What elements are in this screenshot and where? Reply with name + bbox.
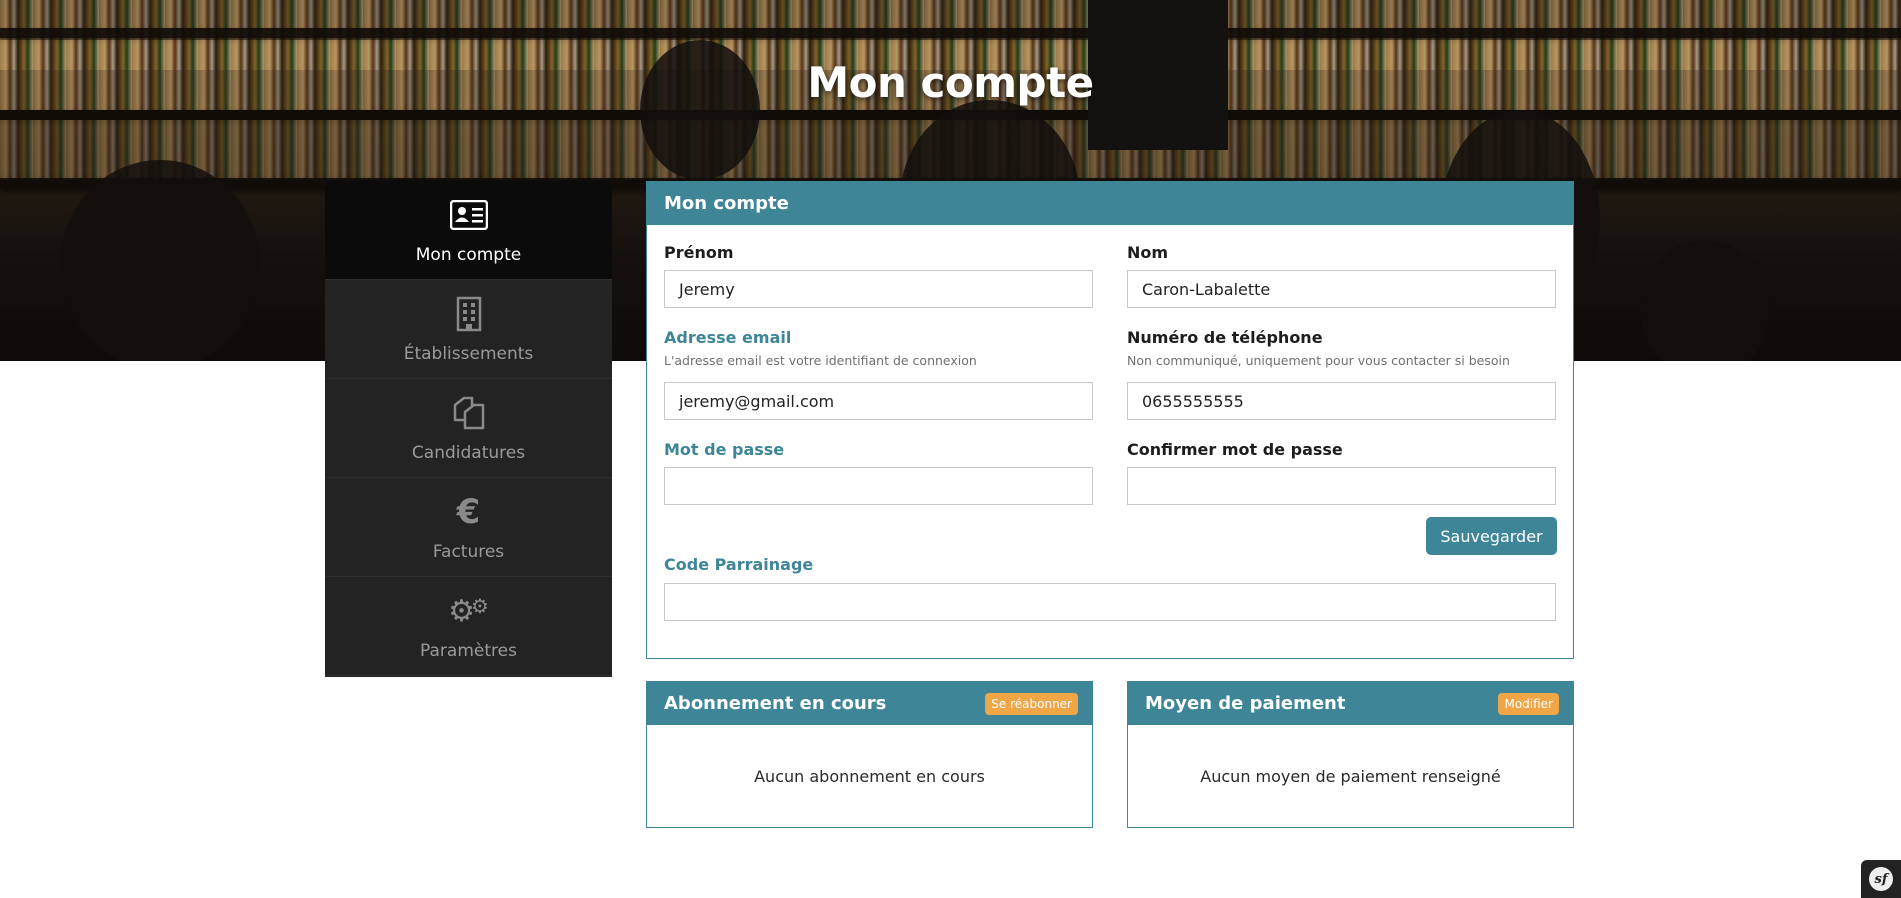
- subscription-header: Abonnement en cours Se réabonner: [647, 682, 1092, 725]
- sidebar-item-etablissements[interactable]: Établissements: [325, 280, 612, 379]
- account-panel-header: Mon compte: [647, 182, 1573, 225]
- symfony-icon: sf: [1869, 867, 1893, 891]
- subscription-title: Abonnement en cours: [664, 693, 887, 714]
- payment-title: Moyen de paiement: [1145, 693, 1346, 714]
- password-input[interactable]: [664, 467, 1093, 505]
- payment-empty-text: Aucun moyen de paiement renseigné: [1200, 766, 1501, 786]
- sidebar-item-factures[interactable]: € Factures: [325, 478, 612, 577]
- sidebar-item-candidatures[interactable]: Candidatures: [325, 379, 612, 478]
- email-input[interactable]: jeremy@gmail.com: [664, 382, 1093, 420]
- lastname-input[interactable]: Caron-Labalette: [1127, 270, 1556, 308]
- firstname-label: Prénom: [664, 243, 734, 262]
- sidebar-item-mon-compte[interactable]: Mon compte: [325, 181, 612, 280]
- sidebar-item-parametres[interactable]: ⚙ ⚙ Paramètres: [325, 577, 612, 676]
- building-icon: [449, 294, 489, 334]
- symfony-toolbar-button[interactable]: sf: [1861, 860, 1901, 898]
- referral-label: Code Parrainage: [664, 555, 814, 574]
- referral-input[interactable]: [664, 583, 1556, 621]
- id-card-icon: [449, 195, 489, 235]
- email-label: Adresse email: [664, 328, 792, 347]
- password-label: Mot de passe: [664, 440, 785, 459]
- subscription-empty-text: Aucun abonnement en cours: [754, 766, 985, 786]
- account-panel-title: Mon compte: [664, 193, 789, 214]
- sidebar-item-label: Candidatures: [411, 443, 526, 463]
- resubscribe-button[interactable]: Se réabonner: [985, 692, 1078, 715]
- documents-icon: [449, 393, 489, 433]
- sidebar-item-label: Paramètres: [420, 641, 517, 661]
- firstname-input[interactable]: Jeremy: [664, 270, 1093, 308]
- phone-help: Non communiqué, uniquement pour vous con…: [1127, 353, 1510, 368]
- sidebar-item-label: Factures: [432, 542, 505, 562]
- payment-panel: Moyen de paiement Modifier Aucun moyen d…: [1127, 681, 1574, 828]
- subscription-panel: Abonnement en cours Se réabonner Aucun a…: [646, 681, 1093, 828]
- email-help: L'adresse email est votre identifiant de…: [664, 353, 977, 368]
- phone-input[interactable]: 0655555555: [1127, 382, 1556, 420]
- page-title: Mon compte: [807, 58, 1094, 107]
- euro-icon: €: [456, 492, 481, 532]
- sidebar-item-label: Mon compte: [415, 245, 522, 265]
- sidebar-item-label: Établissements: [403, 344, 534, 364]
- password-confirm-label: Confirmer mot de passe: [1127, 440, 1343, 459]
- gears-icon: ⚙ ⚙: [448, 593, 489, 629]
- payment-header: Moyen de paiement Modifier: [1128, 682, 1573, 725]
- save-button[interactable]: Sauvegarder: [1426, 517, 1557, 555]
- password-confirm-input[interactable]: [1127, 467, 1556, 505]
- edit-payment-button[interactable]: Modifier: [1498, 692, 1559, 715]
- phone-label: Numéro de téléphone: [1127, 328, 1323, 347]
- sidebar-nav: Mon compte Établissements Candidatures €…: [325, 181, 612, 677]
- lastname-label: Nom: [1127, 243, 1169, 262]
- account-panel: Mon compte Prénom Jeremy Nom Caron-Labal…: [646, 181, 1574, 659]
